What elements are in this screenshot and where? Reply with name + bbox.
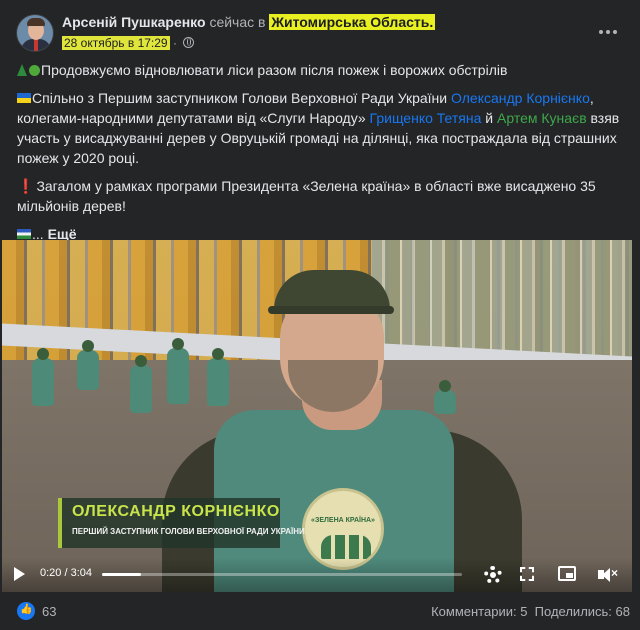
globe-icon [183, 37, 195, 48]
time-total: 3:04 [70, 567, 93, 579]
badge-label: «ЗЕЛЕНА КРАЇНА» [311, 517, 375, 524]
post-meta: 28 октябрь в 17:29 · [62, 36, 195, 50]
more-dot-icon [599, 30, 603, 34]
video-worker [130, 355, 152, 413]
paragraph-1-text: Продовжуємо відновлювати ліси разом післ… [41, 62, 508, 78]
author-line: Арсеній Пушкаренко сейчас в Житомирська … [62, 14, 436, 30]
post-paragraph-1: Продовжуємо відновлювати ліси разом післ… [17, 60, 627, 80]
video-player[interactable]: «ЗЕЛЕНА КРАЇНА» ОЛЕКСАНДР КОРНІЄНКО ПЕРШ… [2, 240, 632, 592]
badge-trees-icon [321, 535, 371, 559]
gear-icon[interactable] [484, 566, 502, 584]
tag-hryshchenko-tetiana[interactable]: Грищенко Тетяна [370, 110, 482, 126]
play-icon[interactable] [14, 567, 25, 581]
video-progress-bar[interactable] [102, 573, 462, 576]
post-paragraph-3: ❗ Загалом у рамках програми Президента «З… [17, 176, 627, 216]
deciduous-tree-icon [29, 65, 40, 76]
time-current: 0:20 [40, 567, 62, 579]
post-paragraph-2: Спільно з Першим заступником Голови Верх… [17, 88, 627, 168]
status-text: сейчас в [209, 14, 266, 30]
speaker-cone [602, 568, 610, 582]
video-lower-third: ОЛЕКСАНДР КОРНІЄНКО ПЕРШИЙ ЗАСТУПНИК ГОЛ… [58, 498, 305, 548]
picture-in-picture-icon[interactable] [558, 566, 576, 581]
avatar-hair [27, 18, 45, 26]
evergreen-tree-icon [17, 64, 27, 76]
video-progress-fill [102, 573, 142, 576]
author-name[interactable]: Арсеній Пушкаренко [62, 14, 206, 30]
avatar-tie [34, 39, 38, 51]
like-icon[interactable] [17, 602, 35, 620]
comments-count[interactable]: Комментарии: 5 [431, 604, 527, 619]
video-worker [32, 348, 54, 406]
location-text: Житомирська Область [271, 14, 430, 30]
video-worker [77, 340, 99, 390]
author-avatar[interactable] [16, 14, 54, 52]
lower-third-name: ОЛЕКСАНДР КОРНІЄНКО [72, 503, 280, 520]
more-dot-icon [606, 30, 610, 34]
location-link[interactable]: Житомирська Область. [269, 14, 436, 30]
mute-icon[interactable]: × [598, 566, 619, 582]
like-count[interactable]: 63 [42, 604, 56, 619]
post-header: Арсеній Пушкаренко сейчас в Житомирська … [0, 0, 640, 60]
tag-oleksandr-korniienko[interactable]: Олександр Корнієнко [451, 90, 590, 106]
meta-separator: · [172, 36, 177, 50]
mute-x: × [611, 566, 619, 580]
fullscreen-icon[interactable] [520, 567, 534, 581]
lower-third-role: ПЕРШИЙ ЗАСТУПНИК ГОЛОВИ ВЕРХОВНОЇ РАДИ У… [72, 527, 305, 536]
shares-count[interactable]: Поделились: 68 [535, 604, 630, 619]
time-separator: / [64, 567, 68, 579]
post-text: Продовжуємо відновлювати ліси разом післ… [17, 60, 627, 252]
paragraph-3-text: Загалом у рамках програми Президента «Зе… [17, 178, 596, 214]
video-controls: 0:20 / 3:04 × [2, 558, 632, 592]
ukraine-flag-icon [17, 93, 31, 103]
tag-artem-kunaiev[interactable]: Артем Кунаєв [497, 110, 587, 126]
more-options-button[interactable] [594, 20, 622, 44]
region-flag-icon [17, 229, 31, 239]
post-date[interactable]: 28 октябрь в 17:29 [62, 36, 170, 50]
post-footer: 63 Комментарии: 5 Поделились: 68 [0, 598, 640, 626]
paragraph-2-text-c: й [481, 110, 497, 126]
location-suffix: . [429, 14, 434, 30]
video-time: 0:20 / 3:04 [40, 567, 92, 579]
speaker-cap-brim [268, 306, 394, 314]
paragraph-2-text-a: Спільно з Першим заступником Голови Верх… [32, 90, 452, 106]
exclamation-icon: ❗ [17, 178, 35, 194]
more-dot-icon [613, 30, 617, 34]
post-stats: Комментарии: 5 Поделились: 68 [431, 604, 630, 619]
